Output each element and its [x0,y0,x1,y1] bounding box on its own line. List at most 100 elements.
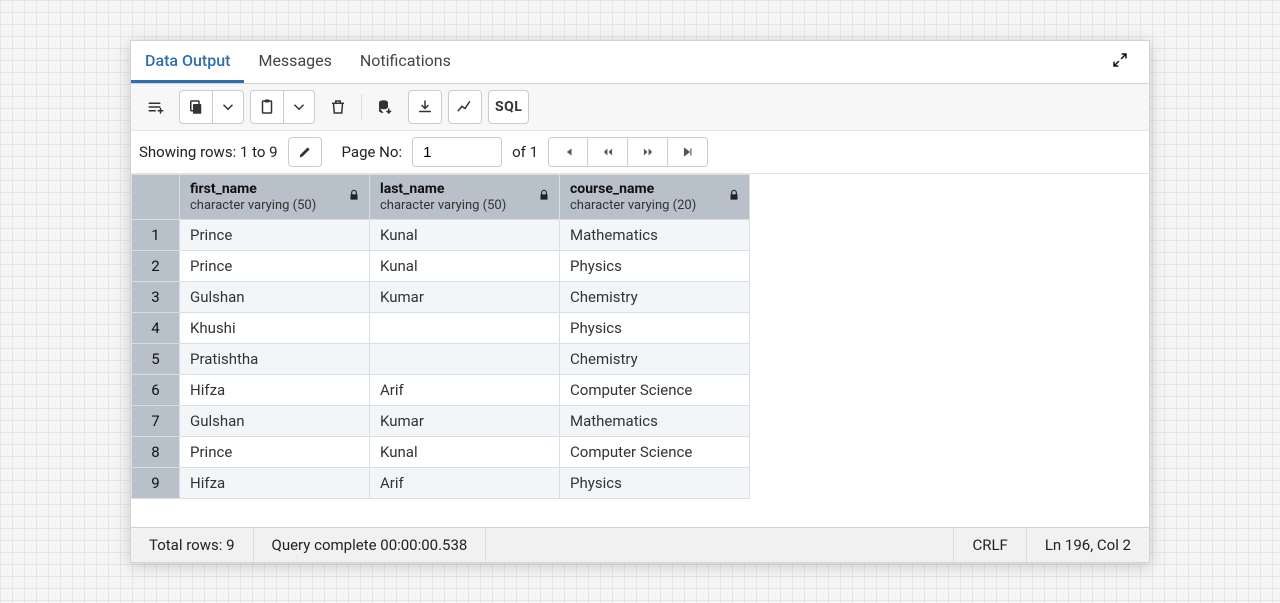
download-icon [416,98,434,116]
row-number-cell[interactable]: 1 [132,220,180,251]
table-row[interactable]: 7GulshanKumarMathematics [132,406,750,437]
table-row[interactable]: 9HifzaArifPhysics [132,468,750,499]
cell-last-name[interactable]: Kunal [370,220,560,251]
page-no-label: Page No: [342,143,403,161]
copy-group [179,90,244,124]
row-number-cell[interactable]: 4 [132,313,180,344]
expand-panel-button[interactable] [1101,45,1139,79]
column-header-last-name[interactable]: last_name character varying (50) [370,175,560,220]
column-type: character varying (20) [570,198,696,213]
paste-group [250,90,315,124]
sql-button[interactable]: SQL [488,90,529,124]
column-header-first-name[interactable]: first_name character varying (50) [180,175,370,220]
next-page-button[interactable] [628,137,668,167]
column-name: course_name [570,181,739,197]
cell-first-name[interactable]: Gulshan [180,282,370,313]
paste-dropdown-button[interactable] [284,90,315,124]
page-number-input[interactable] [412,137,502,167]
table-row[interactable]: 6HifzaArifComputer Science [132,375,750,406]
chart-button[interactable] [448,90,482,124]
cell-course-name[interactable]: Computer Science [560,375,750,406]
cell-course-name[interactable]: Computer Science [560,437,750,468]
lock-icon [347,188,361,206]
cell-course-name[interactable]: Chemistry [560,282,750,313]
chevron-down-icon [290,98,308,116]
add-row-button[interactable] [139,90,173,124]
tabs-bar: Data Output Messages Notifications [131,41,1149,84]
clipboard-icon [258,98,276,116]
copy-dropdown-button[interactable] [213,90,244,124]
cell-first-name[interactable]: Hifza [180,468,370,499]
table-row[interactable]: 2PrinceKunalPhysics [132,251,750,282]
next-page-icon [641,145,655,159]
cell-course-name[interactable]: Physics [560,468,750,499]
status-crlf: CRLF [953,528,1025,562]
prev-page-button[interactable] [588,137,628,167]
chevron-down-icon [219,98,237,116]
status-query-complete: Query complete 00:00:00.538 [254,528,487,562]
delete-button[interactable] [321,90,355,124]
cell-last-name[interactable]: Kumar [370,406,560,437]
table-row[interactable]: 5Pratishtha Chemistry [132,344,750,375]
row-number-cell[interactable]: 9 [132,468,180,499]
cell-course-name[interactable]: Mathematics [560,220,750,251]
table-row[interactable]: 1PrinceKunalMathematics [132,220,750,251]
database-save-icon [376,98,394,116]
table-row[interactable]: 8PrinceKunalComputer Science [132,437,750,468]
save-data-button[interactable] [368,90,402,124]
output-panel: Data Output Messages Notifications [130,40,1150,563]
status-ln-col: Ln 196, Col 2 [1026,528,1149,562]
row-number-cell[interactable]: 6 [132,375,180,406]
row-number-cell[interactable]: 3 [132,282,180,313]
cell-last-name[interactable]: Kumar [370,282,560,313]
edit-rows-button[interactable] [288,137,322,167]
download-button[interactable] [408,90,442,124]
cell-last-name[interactable]: Arif [370,468,560,499]
column-type: character varying (50) [190,198,316,213]
first-page-button[interactable] [548,137,588,167]
cell-first-name[interactable]: Prince [180,437,370,468]
paste-button[interactable] [250,90,284,124]
toolbar: SQL [131,84,1149,131]
cell-last-name[interactable] [370,313,560,344]
cell-course-name[interactable]: Mathematics [560,406,750,437]
last-page-button[interactable] [668,137,708,167]
cell-last-name[interactable]: Arif [370,375,560,406]
cell-first-name[interactable]: Pratishtha [180,344,370,375]
page-of-label: of 1 [512,143,538,161]
tab-data-output[interactable]: Data Output [131,41,244,83]
cell-course-name[interactable]: Physics [560,251,750,282]
row-number-cell[interactable]: 8 [132,437,180,468]
tab-messages[interactable]: Messages [244,41,345,83]
column-name: last_name [380,181,549,197]
add-row-icon [147,98,165,116]
cell-last-name[interactable] [370,344,560,375]
row-number-cell[interactable]: 5 [132,344,180,375]
pager-bar: Showing rows: 1 to 9 Page No: of 1 [131,131,1149,174]
prev-page-icon [601,145,615,159]
column-header-course-name[interactable]: course_name character varying (20) [560,175,750,220]
pencil-icon [297,144,313,160]
row-number-header[interactable] [132,175,180,220]
cell-course-name[interactable]: Chemistry [560,344,750,375]
cell-last-name[interactable]: Kunal [370,251,560,282]
data-grid-wrapper: first_name character varying (50) last_n… [131,174,1149,499]
copy-button[interactable] [179,90,213,124]
tab-notifications[interactable]: Notifications [346,41,465,83]
cell-first-name[interactable]: Khushi [180,313,370,344]
row-number-cell[interactable]: 2 [132,251,180,282]
first-page-icon [561,145,575,159]
expand-icon [1111,51,1129,69]
cell-last-name[interactable]: Kunal [370,437,560,468]
cell-course-name[interactable]: Physics [560,313,750,344]
last-page-icon [681,145,695,159]
column-name: first_name [190,181,359,197]
table-row[interactable]: 3GulshanKumarChemistry [132,282,750,313]
cell-first-name[interactable]: Prince [180,220,370,251]
cell-first-name[interactable]: Gulshan [180,406,370,437]
table-row[interactable]: 4Khushi Physics [132,313,750,344]
cell-first-name[interactable]: Hifza [180,375,370,406]
lock-icon [537,188,551,206]
row-number-cell[interactable]: 7 [132,406,180,437]
cell-first-name[interactable]: Prince [180,251,370,282]
